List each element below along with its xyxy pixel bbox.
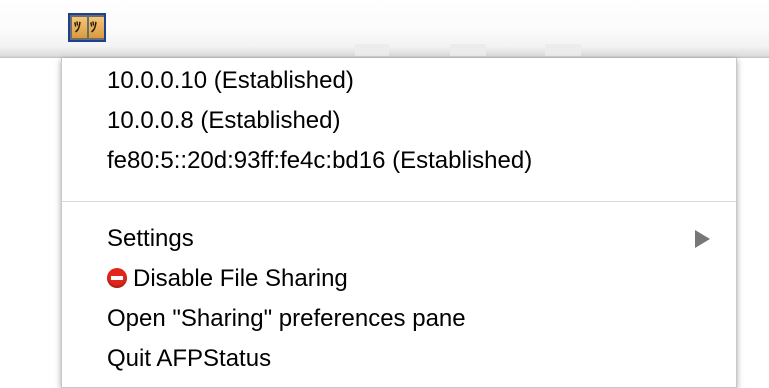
open-sharing-preferences-menu-item[interactable]: Open "Sharing" preferences pane <box>107 301 466 337</box>
afpstatus-finder-icon: ﾂ ﾂ <box>68 13 106 42</box>
connection-item[interactable]: 10.0.0.10 (Established) <box>107 63 354 99</box>
disable-file-sharing-label: Disable File Sharing <box>133 265 348 292</box>
afpstatus-dropdown-menu: 10.0.0.10 (Established) 10.0.0.8 (Establ… <box>61 58 737 388</box>
connection-item[interactable]: 10.0.0.8 (Established) <box>107 103 340 139</box>
submenu-arrow-icon <box>695 230 710 248</box>
menu-bar-shadow <box>355 44 389 56</box>
quit-afpstatus-menu-item[interactable]: Quit AFPStatus <box>107 341 271 377</box>
settings-menu-item[interactable]: Settings <box>107 221 194 257</box>
settings-label: Settings <box>107 225 194 252</box>
menu-bar-shadow <box>450 44 486 56</box>
connection-item[interactable]: fe80:5::20d:93ff:fe4c:bd16 (Established) <box>107 143 532 179</box>
icon-face-glyph: ﾂ <box>90 19 97 35</box>
afpstatus-status-item[interactable]: ﾂ ﾂ <box>59 4 135 56</box>
menu-bar-shadow <box>545 44 581 56</box>
stop-icon <box>107 268 127 288</box>
disable-file-sharing-menu-item[interactable]: Disable File Sharing <box>107 261 348 297</box>
icon-face-glyph: ﾂ <box>74 19 81 35</box>
menu-bar: ﾂ ﾂ <box>0 0 769 58</box>
menu-separator <box>62 201 736 202</box>
